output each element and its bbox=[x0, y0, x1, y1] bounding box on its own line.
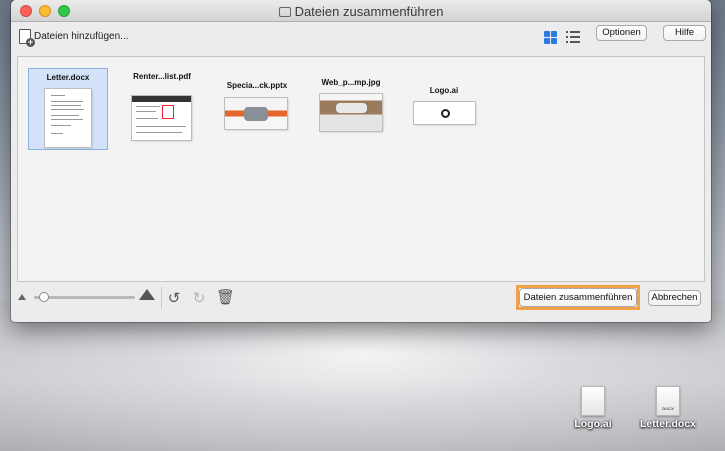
zoom-slider[interactable] bbox=[34, 296, 135, 299]
pdf-header-bar bbox=[132, 96, 191, 102]
grid-cell bbox=[544, 38, 550, 44]
pdf-thumbnail bbox=[132, 96, 191, 140]
docx-file-icon: DOCX bbox=[656, 386, 680, 416]
desktop-icon-logo-ai[interactable]: Logo.ai bbox=[558, 386, 628, 430]
zoom-in-icon[interactable] bbox=[139, 289, 155, 300]
file-tile-special-pptx[interactable]: Specia...ck.pptx bbox=[217, 77, 297, 159]
text-line bbox=[51, 115, 79, 116]
text-line bbox=[136, 118, 158, 119]
steering-wheel-logo bbox=[441, 108, 451, 118]
grid-cell bbox=[551, 38, 557, 44]
text-line bbox=[136, 132, 182, 133]
text-line bbox=[51, 125, 71, 126]
pdf-red-box bbox=[162, 105, 174, 119]
desktop-icon-label: Logo.ai bbox=[574, 418, 612, 430]
merge-app-icon bbox=[278, 7, 291, 17]
file-tile-letter-docx[interactable]: Letter.docx bbox=[28, 68, 108, 150]
text-line bbox=[51, 133, 63, 134]
grid-cell bbox=[551, 31, 557, 37]
list-view-icon[interactable] bbox=[566, 31, 580, 44]
undo-icon[interactable]: ↺ bbox=[166, 290, 182, 306]
car-image bbox=[335, 102, 367, 114]
redo-icon[interactable]: ↻ bbox=[191, 290, 207, 306]
list-line bbox=[566, 41, 580, 43]
window-title-text: Dateien zusammenführen bbox=[294, 4, 444, 19]
title-bar[interactable]: Dateien zusammenführen bbox=[11, 0, 711, 22]
window-title: Dateien zusammenführen bbox=[11, 4, 711, 19]
help-button[interactable]: Hilfe bbox=[663, 25, 706, 41]
docx-thumbnail bbox=[45, 89, 91, 147]
cancel-button[interactable]: Abbrechen bbox=[648, 290, 701, 306]
file-grid: Letter.docx Renter...list.pdf Specia...c… bbox=[17, 56, 705, 282]
grid-view-icon[interactable] bbox=[544, 31, 557, 44]
text-line bbox=[136, 106, 160, 107]
ai-thumbnail bbox=[414, 102, 475, 124]
file-type-text: DOCX bbox=[662, 406, 674, 411]
text-line bbox=[51, 101, 83, 102]
file-name: Web_p...mp.jpg bbox=[321, 78, 381, 87]
text-line bbox=[136, 126, 186, 127]
merge-files-button[interactable]: Dateien zusammenführen bbox=[519, 288, 637, 307]
text-line bbox=[51, 109, 84, 110]
list-line bbox=[566, 36, 580, 38]
desktop-icon-label: Letter.docx bbox=[639, 418, 697, 430]
grid-cell bbox=[544, 31, 550, 37]
file-name: Specia...ck.pptx bbox=[226, 81, 288, 90]
car-image bbox=[243, 106, 269, 121]
toolbar-divider bbox=[161, 287, 162, 309]
list-line bbox=[566, 31, 580, 33]
pptx-thumbnail bbox=[225, 98, 287, 129]
jpg-thumbnail bbox=[320, 94, 382, 131]
merge-files-window: Dateien zusammenführen Dateien hinzufüge… bbox=[11, 0, 711, 322]
add-files-button[interactable]: Dateien hinzufügen... bbox=[19, 29, 129, 47]
add-files-label: Dateien hinzufügen... bbox=[34, 31, 129, 42]
zoom-out-icon[interactable] bbox=[18, 294, 26, 300]
file-tile-web-jpg[interactable]: Web_p...mp.jpg bbox=[311, 74, 391, 156]
text-line bbox=[51, 119, 83, 120]
text-line bbox=[136, 111, 156, 112]
options-button[interactable]: Optionen bbox=[596, 25, 647, 41]
trash-icon[interactable]: 🗑 bbox=[216, 289, 235, 305]
file-name: Logo.ai bbox=[429, 86, 459, 95]
ai-file-icon bbox=[581, 386, 605, 416]
desktop-icon-letter-docx[interactable]: DOCX Letter.docx bbox=[633, 386, 703, 430]
text-line bbox=[51, 105, 81, 106]
text-line bbox=[51, 95, 65, 96]
file-name: Renter...list.pdf bbox=[133, 72, 191, 81]
add-document-icon bbox=[19, 29, 35, 47]
file-tile-renter-pdf[interactable]: Renter...list.pdf bbox=[122, 68, 202, 150]
file-tile-logo-ai[interactable]: Logo.ai bbox=[404, 82, 484, 164]
file-name: Letter.docx bbox=[46, 73, 90, 82]
